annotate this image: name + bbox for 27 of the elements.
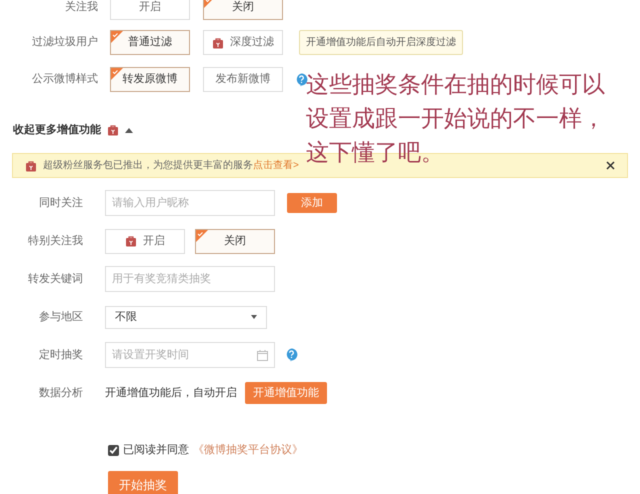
field-label: 公示微博样式 <box>31 72 98 88</box>
text-field[interactable]: 用于有奖竞猜类抽奖 <box>105 266 275 292</box>
option-button[interactable]: 转发原微博 <box>110 67 190 92</box>
option-button[interactable]: 开启 <box>105 228 185 254</box>
field-label: 参与地区 <box>38 310 84 325</box>
agree-text: 已阅读并同意 <box>123 442 189 458</box>
field-label: 关注我 <box>64 0 98 15</box>
field-label: 数据分析 <box>38 386 84 401</box>
field-label: 特别关注我 <box>27 234 84 249</box>
agreement-link[interactable]: 《微博抽奖平台协议》 <box>193 442 303 458</box>
field-label: 过滤垃圾用户 <box>31 34 98 50</box>
notice-text: 超级粉丝服务包已推出，为您提供更丰富的服务 <box>43 158 253 173</box>
text-field[interactable]: 请输入用户昵称 <box>105 190 275 216</box>
region-select[interactable]: 不限 <box>105 306 267 328</box>
field-label: 转发关键词 <box>27 272 84 287</box>
option-button[interactable]: 关闭 <box>195 228 275 254</box>
option-button[interactable]: 普通过滤 <box>110 30 190 55</box>
section-title: 收起更多增值功能 <box>13 122 101 138</box>
info-text: 开通增值功能后，自动开启 <box>105 386 237 401</box>
option-button[interactable]: 深度过滤 <box>203 30 283 55</box>
field-label: 定时抽奖 <box>38 348 84 363</box>
field-label: 同时关注 <box>38 196 84 211</box>
option-button[interactable]: 开启 <box>110 0 190 20</box>
tooltip: 开通增值功能后自动开启深度过滤 <box>299 30 463 55</box>
option-button[interactable]: 关闭 <box>203 0 283 20</box>
annotation-text: 这些抽奖条件在抽的时候可以 设置成跟一开始说的不一样， 这下懂了吧。 <box>306 71 605 168</box>
option-button[interactable]: 发布新微博 <box>203 67 283 92</box>
